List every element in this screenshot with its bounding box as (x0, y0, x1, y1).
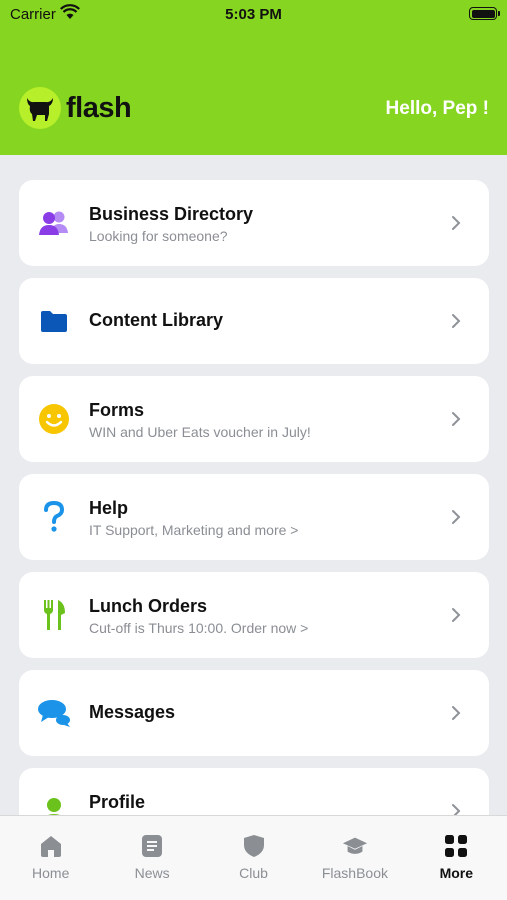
question-icon (37, 500, 71, 534)
menu-item-subtitle: WIN and Uber Eats voucher in July! (89, 424, 311, 440)
more-menu-list: Business Directory Looking for someone? … (19, 180, 489, 866)
chevron-right-icon (452, 510, 461, 524)
greeting-text: Hello, Pep ! (385, 98, 489, 119)
tab-flashbook[interactable]: FlashBook (304, 816, 405, 900)
menu-item-title: Messages (89, 702, 176, 722)
menu-item-subtitle: Cut-off is Thurs 10:00. Order now > (89, 620, 309, 636)
bull-icon (19, 87, 61, 129)
folder-icon (37, 304, 71, 338)
brand-logo: flash (19, 87, 132, 129)
menu-item-subtitle: IT Support, Marketing and more > (89, 522, 299, 538)
chevron-right-icon (452, 608, 461, 622)
clock: 5:03 PM (225, 6, 282, 23)
shield-icon (241, 833, 267, 859)
home-icon (38, 833, 64, 859)
menu-item-title: Profile (89, 792, 146, 812)
grid-icon (443, 833, 469, 859)
logo-wordmark: flash (66, 91, 132, 124)
menu-item-subtitle: Looking for someone? (89, 228, 228, 244)
menu-item-forms[interactable]: Forms WIN and Uber Eats voucher in July! (19, 376, 489, 462)
menu-item-lunch-orders[interactable]: Lunch Orders Cut-off is Thurs 10:00. Ord… (19, 572, 489, 658)
tab-bar: Home News Club FlashBook More (0, 815, 507, 900)
tab-label: Club (239, 865, 268, 881)
menu-item-content-library[interactable]: Content Library (19, 278, 489, 364)
graduation-cap-icon (342, 833, 368, 859)
tab-more[interactable]: More (406, 816, 507, 900)
people-icon (37, 206, 71, 240)
tab-club[interactable]: Club (203, 816, 304, 900)
battery-icon (469, 7, 500, 20)
smiley-icon (37, 402, 71, 436)
cutlery-icon (37, 598, 71, 632)
menu-item-title: Content Library (89, 310, 224, 330)
app-header: Carrier 5:03 PM flash Hello, Pep ! (0, 0, 507, 155)
tab-label: News (134, 865, 170, 881)
tab-label: More (439, 865, 474, 881)
tab-label: Home (32, 865, 70, 881)
chevron-right-icon (452, 412, 461, 426)
tab-news[interactable]: News (101, 816, 202, 900)
menu-item-title: Forms (89, 400, 145, 420)
chat-bubbles-icon (37, 696, 71, 730)
menu-item-help[interactable]: Help IT Support, Marketing and more > (19, 474, 489, 560)
chevron-right-icon (452, 216, 461, 230)
menu-item-business-directory[interactable]: Business Directory Looking for someone? (19, 180, 489, 266)
menu-item-title: Help (89, 498, 129, 518)
tab-label: FlashBook (321, 865, 388, 881)
news-icon (139, 833, 165, 859)
chevron-right-icon (452, 706, 461, 720)
menu-item-title: Lunch Orders (89, 596, 208, 616)
menu-item-messages[interactable]: Messages (19, 670, 489, 756)
menu-item-title: Business Directory (89, 204, 254, 224)
chevron-right-icon (452, 314, 461, 328)
status-bar: Carrier 5:03 PM (0, 0, 507, 30)
tab-home[interactable]: Home (0, 816, 101, 900)
